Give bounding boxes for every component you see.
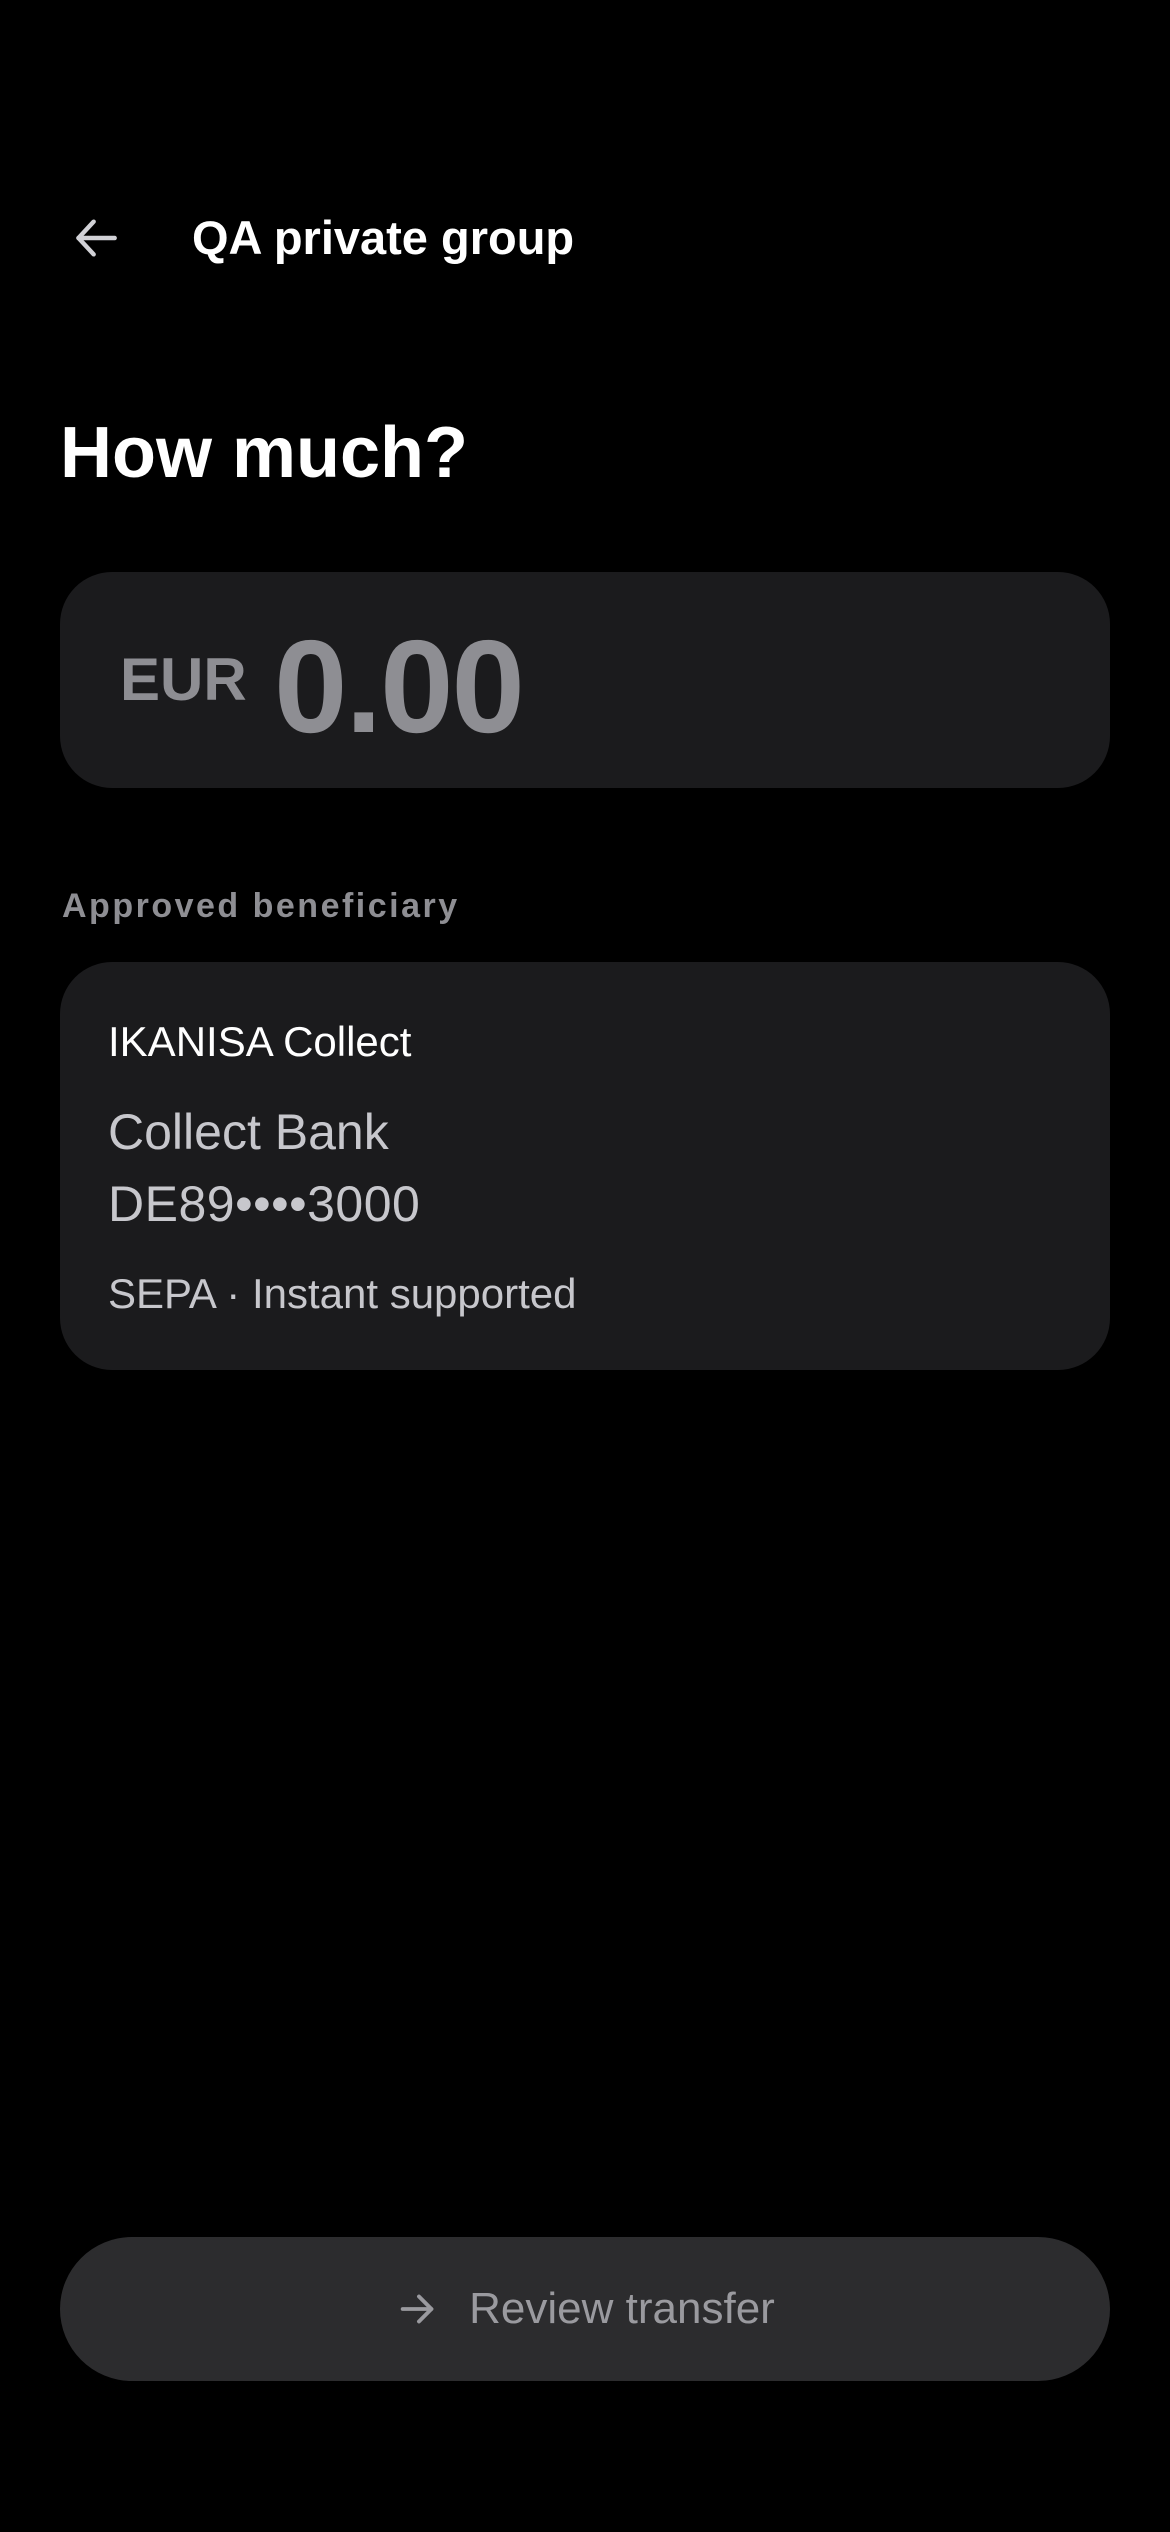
arrow-left-icon (76, 219, 117, 257)
page-title: QA private group (192, 211, 575, 264)
beneficiary-bank: Collect Bank (108, 1104, 389, 1160)
amount-heading: How much? (60, 413, 468, 493)
review-transfer-label: Review transfer (469, 2284, 775, 2333)
amount-input[interactable]: EUR 0.00 (60, 572, 1110, 788)
beneficiary-payment-info: SEPA · Instant supported (108, 1270, 577, 1317)
arrow-right-icon (400, 2294, 434, 2324)
beneficiary-name: IKANISA Collect (108, 1018, 412, 1065)
review-transfer-button[interactable]: Review transfer (60, 2237, 1110, 2381)
amount-value: 0.00 (274, 613, 525, 760)
currency-label: EUR (120, 646, 247, 713)
back-button[interactable] (52, 200, 140, 276)
beneficiary-iban: DE89••••3000 (108, 1176, 421, 1232)
beneficiary-card[interactable]: IKANISA Collect Collect Bank DE89••••300… (60, 962, 1110, 1370)
top-bar: QA private group (0, 180, 1170, 296)
beneficiary-section-label: Approved beneficiary (62, 887, 460, 925)
